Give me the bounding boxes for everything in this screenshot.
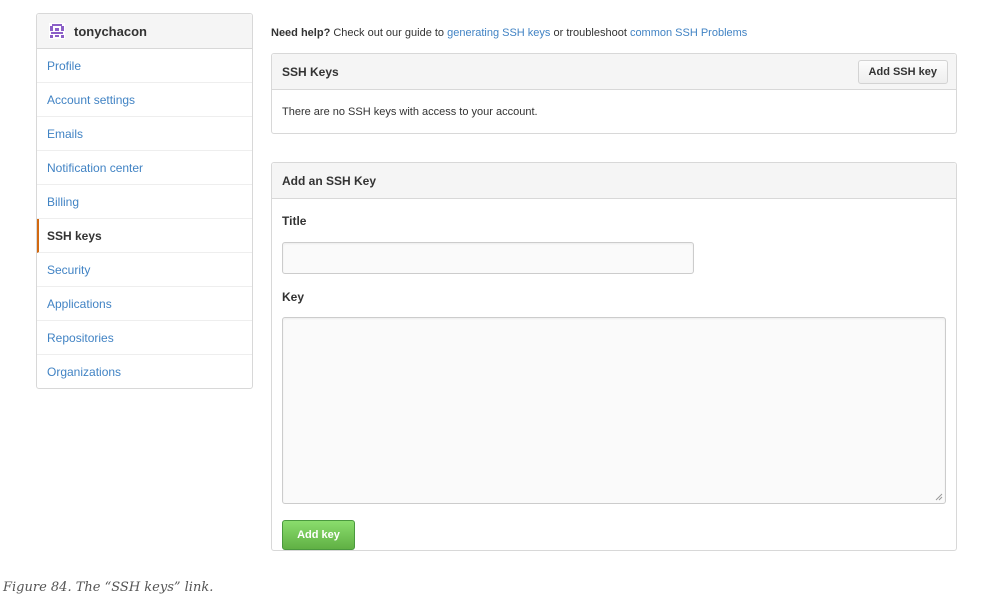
add-ssh-key-button[interactable]: Add SSH key (857, 59, 948, 84)
sidebar-item-profile[interactable]: Profile (37, 49, 252, 83)
common-ssh-problems-link[interactable]: common SSH Problems (630, 27, 747, 39)
empty-keys-message: There are no SSH keys with access to you… (282, 105, 538, 118)
title-label: Title (282, 214, 307, 228)
sidebar-item-organizations[interactable]: Organizations (37, 355, 252, 388)
add-key-form: Title Key Add key (272, 199, 956, 550)
username[interactable]: tonychacon (74, 24, 147, 39)
sidebar-item-billing[interactable]: Billing (37, 185, 252, 219)
sidebar-item-repositories[interactable]: Repositories (37, 321, 252, 355)
sidebar-item-emails[interactable]: Emails (37, 117, 252, 151)
sidebar-item-applications[interactable]: Applications (37, 287, 252, 321)
add-ssh-key-title: Add an SSH Key (282, 173, 377, 188)
sidebar-item-security[interactable]: Security (37, 253, 252, 287)
help-bold: Need help? (271, 27, 331, 39)
settings-sidebar: tonychacon Profile Account settings Emai… (36, 13, 253, 389)
add-key-button[interactable]: Add key (282, 520, 355, 550)
figure-caption: Figure 84. The “SSH keys” link. (3, 580, 214, 595)
ssh-keys-box: SSH Keys Add SSH key There are no SSH ke… (271, 53, 957, 134)
resize-handle-icon[interactable] (935, 493, 943, 501)
help-text: Need help? Check out our guide to genera… (271, 13, 957, 53)
sidebar-header: tonychacon (37, 14, 252, 49)
avatar-icon (49, 23, 65, 39)
add-ssh-key-header: Add an SSH Key (272, 163, 956, 199)
add-ssh-key-box: Add an SSH Key Title Key Add key (271, 162, 957, 551)
help-text-part: Check out our guide to (330, 27, 448, 39)
key-label: Key (282, 290, 305, 304)
help-text-part: or troubleshoot (550, 27, 630, 39)
key-textarea[interactable] (282, 317, 946, 504)
ssh-keys-title: SSH Keys (282, 64, 339, 79)
main-content: Need help? Check out our guide to genera… (271, 13, 957, 551)
generating-ssh-keys-link[interactable]: generating SSH keys (447, 27, 550, 39)
sidebar-item-account-settings[interactable]: Account settings (37, 83, 252, 117)
sidebar-item-notification-center[interactable]: Notification center (37, 151, 252, 185)
ssh-keys-header: SSH Keys Add SSH key (272, 54, 956, 90)
sidebar-item-ssh-keys[interactable]: SSH keys (37, 219, 252, 253)
title-input[interactable] (282, 242, 694, 274)
